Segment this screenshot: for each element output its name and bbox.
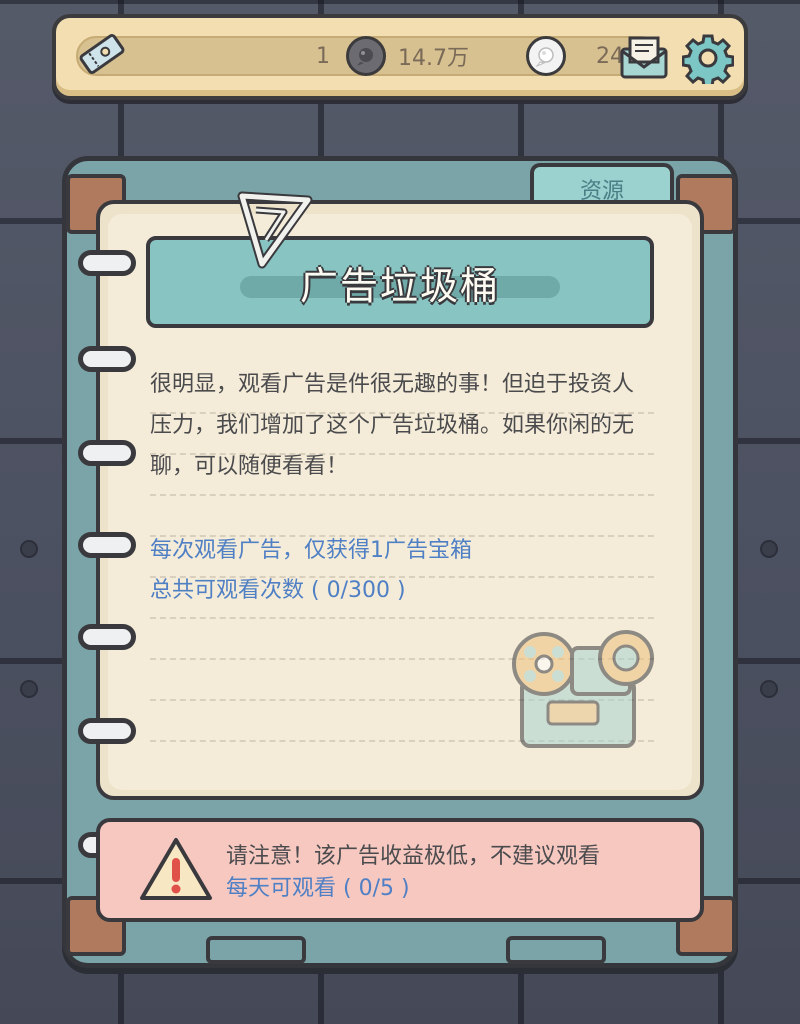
gear-icon [682, 34, 734, 84]
binder-ring [78, 532, 136, 558]
reward-text: 每次观看广告，仅获得1广告宝箱 [150, 538, 472, 563]
total-count-text: 总共可观看次数 ( 0/300 ) [150, 578, 406, 603]
ad-chest-icon [512, 630, 654, 748]
page-title: 广告垃圾桶 [299, 263, 500, 308]
background-bolt [20, 680, 38, 698]
background-bolt [20, 540, 38, 558]
daily-count-text: 每天可观看 ( 0/5 ) [226, 876, 410, 901]
ticket-value: 1 [316, 43, 330, 69]
coin-icon [346, 36, 386, 76]
ticket-icon [79, 34, 125, 74]
settings-button[interactable] [682, 32, 734, 84]
paperclip-icon [237, 191, 313, 269]
binder-ring [78, 624, 136, 650]
description-text: 很明显，观看广告是件很无趣的事！但迫于投资人压力，我们增加了这个广告垃圾桶。如果… [150, 372, 635, 479]
resource-bar: 1 14.7万 244 [52, 14, 748, 100]
mail-button[interactable] [618, 32, 670, 84]
coin-counter[interactable]: 14.7万 [346, 36, 526, 76]
background-bolt [760, 680, 778, 698]
bottom-clip [506, 936, 606, 964]
title-banner: 广告垃圾桶 [146, 236, 654, 328]
background-bolt [760, 540, 778, 558]
ticket-counter[interactable]: 1 [78, 34, 338, 76]
gem-icon [526, 36, 566, 76]
warning-icon [140, 838, 212, 900]
mail-icon [620, 36, 668, 79]
binder-ring [78, 440, 136, 466]
bottom-clip [206, 936, 306, 964]
coin-value: 14.7万 [398, 46, 469, 71]
binder-ring [78, 250, 136, 276]
binder-ring [78, 346, 136, 372]
warning-notice-text: 请注意！该广告收益极低，不建议观看 [226, 844, 601, 869]
binder-ring [78, 718, 136, 744]
